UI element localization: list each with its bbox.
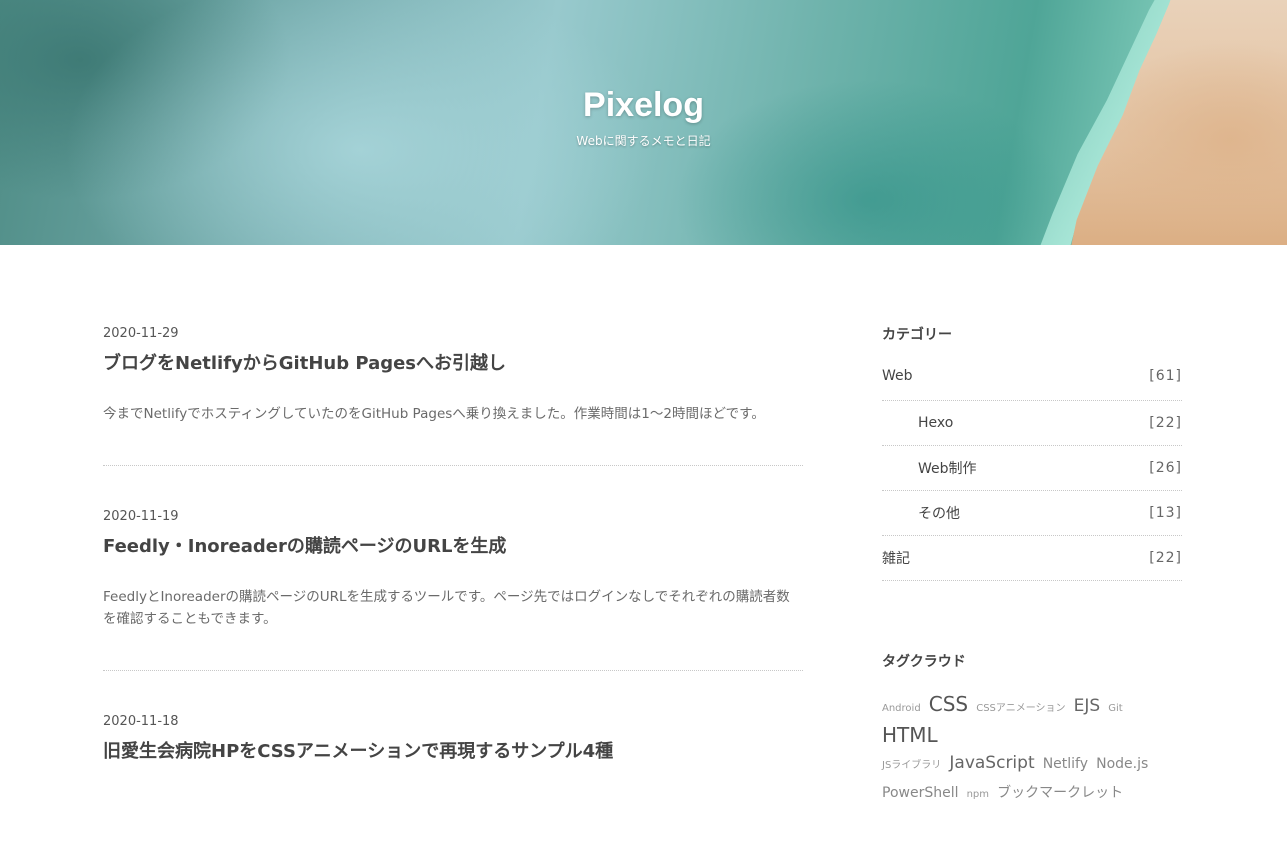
post-date: 2020-11-29	[103, 326, 179, 341]
tag-link[interactable]: Git	[1108, 703, 1122, 714]
site-description: Webに関するメモと日記	[576, 134, 711, 148]
category-item-web[interactable]: Web 61	[882, 368, 1182, 401]
category-name[interactable]: Hexo	[882, 415, 953, 431]
tag-link[interactable]: CSS	[929, 692, 968, 716]
category-count: 22	[1149, 550, 1182, 566]
post-date: 2020-11-19	[103, 509, 179, 524]
post-date: 2020-11-18	[103, 714, 179, 729]
category-count: 61	[1149, 368, 1182, 384]
category-item-other[interactable]: その他 13	[882, 491, 1182, 536]
tag-link[interactable]: EJS	[1074, 696, 1101, 716]
tag-link[interactable]: Android	[882, 703, 921, 714]
category-item-diary[interactable]: 雑記 22	[882, 536, 1182, 581]
post-title-link[interactable]: Feedly・Inoreaderの購読ページのURLを生成	[103, 535, 803, 559]
tag-cloud-title: タグクラウド	[882, 654, 966, 670]
category-widget-title: カテゴリー	[882, 327, 952, 343]
post-title-link[interactable]: ブログをNetlifyからGitHub Pagesへお引越し	[103, 352, 803, 376]
post-excerpt: 今までNetlifyでホスティングしていたのをGitHub Pagesへ乗り換え…	[103, 406, 765, 422]
tag-link[interactable]: PowerShell	[882, 785, 958, 801]
sidebar: カテゴリー Web 61 Hexo 22 Web制作 26 その他 13 雑記 …	[882, 324, 1182, 808]
category-item-web-production[interactable]: Web制作 26	[882, 446, 1182, 491]
post-item: 2020-11-29 ブログをNetlifyからGitHub Pagesへお引越…	[103, 324, 803, 466]
tag-link[interactable]: JavaScript	[949, 753, 1034, 773]
tag-link[interactable]: npm	[967, 789, 989, 800]
site-title[interactable]: Pixelog	[0, 86, 1287, 125]
post-title-link[interactable]: 旧愛生会病院HPをCSSアニメーションで再現するサンプル4種	[103, 740, 803, 764]
tag-link[interactable]: ブックマークレット	[997, 785, 1123, 801]
tag-link[interactable]: HTML	[882, 723, 938, 747]
tag-link[interactable]: CSSアニメーション	[976, 703, 1065, 714]
post-item: 2020-11-18 旧愛生会病院HPをCSSアニメーションで再現するサンプル4…	[103, 712, 803, 804]
category-count: 13	[1149, 505, 1182, 521]
tag-cloud: Android CSS CSSアニメーション EJS Git HTML JSライ…	[882, 691, 1182, 808]
category-name[interactable]: 雑記	[882, 548, 910, 568]
tag-cloud-widget: タグクラウド Android CSS CSSアニメーション EJS Git HT…	[882, 651, 1182, 808]
category-list: Web 61 Hexo 22 Web制作 26 その他 13 雑記 22	[882, 368, 1182, 581]
tag-link[interactable]: Node.js	[1096, 756, 1148, 772]
category-name[interactable]: Web制作	[882, 458, 977, 478]
post-excerpt: FeedlyとInoreaderの購読ページのURLを生成するツールです。ページ…	[103, 589, 790, 627]
tag-link[interactable]: JSライブラリ	[882, 760, 941, 771]
tag-link[interactable]: Netlify	[1043, 756, 1088, 772]
category-widget: カテゴリー Web 61 Hexo 22 Web制作 26 その他 13 雑記 …	[882, 324, 1182, 581]
category-name[interactable]: Web	[882, 368, 913, 384]
category-count: 26	[1149, 460, 1182, 476]
category-item-hexo[interactable]: Hexo 22	[882, 401, 1182, 446]
category-count: 22	[1149, 415, 1182, 431]
site-header: Pixelog Webに関するメモと日記	[0, 0, 1287, 245]
category-name[interactable]: その他	[882, 503, 960, 523]
post-item: 2020-11-19 Feedly・Inoreaderの購読ページのURLを生成…	[103, 507, 803, 671]
post-list: 2020-11-29 ブログをNetlifyからGitHub Pagesへお引越…	[103, 324, 803, 845]
